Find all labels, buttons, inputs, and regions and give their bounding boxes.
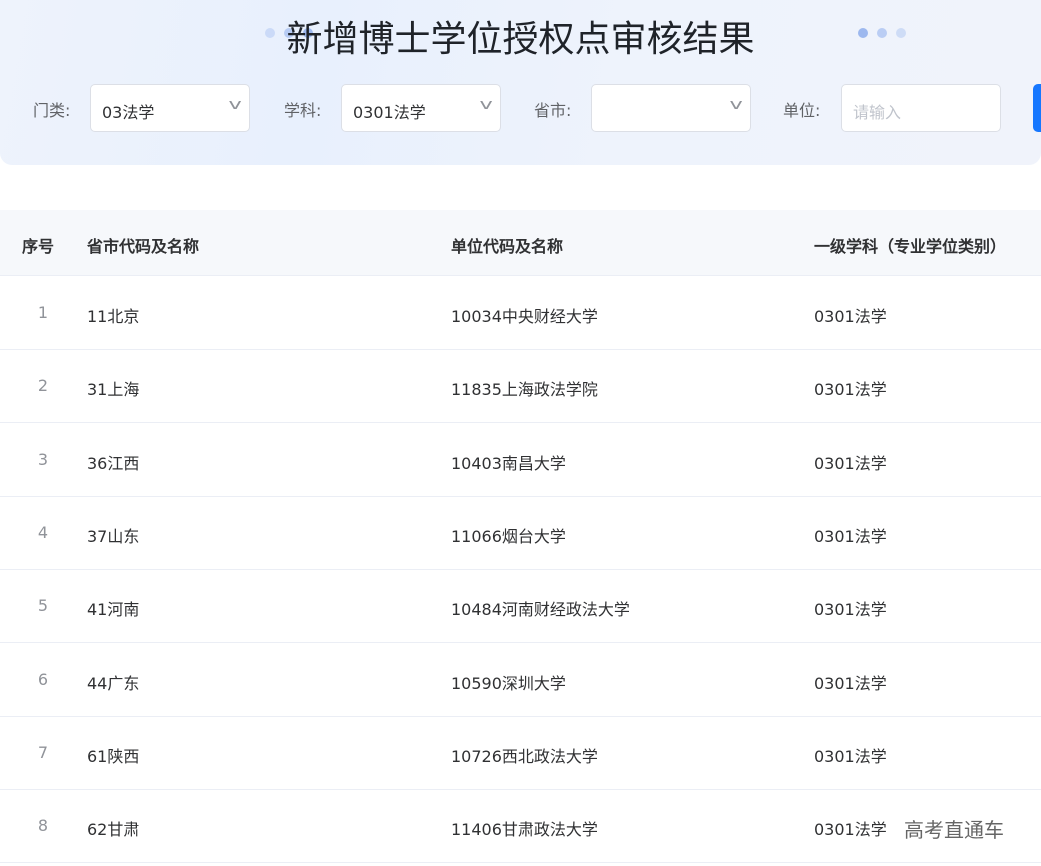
header-unit: 单位代码及名称: [451, 237, 564, 256]
table-row: 1 11北京 10034中央财经大学 0301法学: [0, 277, 1041, 350]
table-row: 8 62甘肃 11406甘肃政法大学 0301法学: [0, 790, 1041, 864]
row-province: 61陕西: [87, 746, 140, 766]
province-label: 省市:: [534, 101, 572, 120]
chevron-down-icon: v: [729, 97, 743, 113]
table-row: 3 36江西 10403南昌大学 0301法学: [0, 424, 1041, 497]
header-index: 序号: [22, 237, 55, 256]
search-button[interactable]: [1033, 84, 1041, 132]
title-decoration-right: [858, 28, 906, 38]
table-row: 7 61陕西 10726西北政法大学 0301法学: [0, 717, 1041, 790]
row-index: 7: [37, 742, 49, 762]
row-unit: 11066烟台大学: [451, 526, 566, 546]
row-subject: 0301法学: [814, 526, 887, 546]
category-label: 门类:: [33, 101, 71, 120]
row-unit: 10034中央财经大学: [451, 307, 598, 326]
table-row: 4 37山东 11066烟台大学 0301法学: [0, 497, 1041, 570]
row-province: 44广东: [87, 673, 140, 693]
subject-label: 学科:: [284, 101, 322, 120]
category-value: 03法学: [102, 103, 155, 122]
category-select[interactable]: 03法学 v: [90, 84, 250, 132]
chevron-down-icon: v: [228, 97, 242, 113]
header-subject: 一级学科（专业学位类别）: [814, 237, 1007, 256]
row-unit: 10403南昌大学: [451, 453, 566, 473]
row-subject: 0301法学: [814, 600, 887, 620]
row-subject: 0301法学: [814, 820, 887, 840]
unit-input[interactable]: 请输入: [841, 84, 1001, 132]
chevron-down-icon: v: [479, 97, 493, 113]
unit-label: 单位:: [783, 101, 821, 120]
row-subject: 0301法学: [814, 673, 887, 693]
row-index: 1: [37, 303, 49, 322]
row-province: 62甘肃: [87, 820, 140, 840]
row-index: 8: [37, 816, 49, 836]
row-index: 6: [37, 669, 49, 689]
row-unit: 10484河南财经政法大学: [451, 600, 630, 620]
row-province: 31上海: [87, 380, 140, 400]
row-index: 3: [37, 449, 49, 469]
row-province: 37山东: [87, 526, 140, 546]
row-subject: 0301法学: [814, 453, 887, 473]
watermark: 高考直通车: [904, 818, 1004, 842]
row-subject: 0301法学: [814, 380, 887, 400]
row-index: 4: [37, 522, 49, 542]
table-row: 5 41河南 10484河南财经政法大学 0301法学: [0, 570, 1041, 644]
row-index: 5: [37, 596, 49, 616]
row-subject: 0301法学: [814, 307, 887, 326]
table-header: 序号 省市代码及名称 单位代码及名称 一级学科（专业学位类别）: [0, 210, 1041, 276]
row-unit: 10726西北政法大学: [451, 746, 598, 766]
row-province: 41河南: [87, 600, 140, 620]
subject-value: 0301法学: [353, 103, 426, 122]
filter-panel: 新增博士学位授权点审核结果 门类: 03法学 v 学科: 0301法学 v 省市: …: [0, 0, 1041, 165]
row-index: 2: [37, 376, 49, 396]
row-unit: 10590深圳大学: [451, 673, 566, 693]
subject-select[interactable]: 0301法学 v: [341, 84, 501, 132]
table-row: 2 31上海 11835上海政法学院 0301法学: [0, 350, 1041, 424]
row-province: 11北京: [87, 307, 140, 326]
row-unit: 11406甘肃政法大学: [451, 820, 598, 840]
row-subject: 0301法学: [814, 746, 887, 766]
table-row: 6 44广东 10590深圳大学 0301法学: [0, 644, 1041, 717]
header-province: 省市代码及名称: [87, 237, 200, 256]
row-unit: 11835上海政法学院: [451, 380, 598, 400]
unit-placeholder: 请输入: [853, 103, 902, 122]
province-select[interactable]: v: [591, 84, 751, 132]
row-province: 36江西: [87, 453, 140, 473]
